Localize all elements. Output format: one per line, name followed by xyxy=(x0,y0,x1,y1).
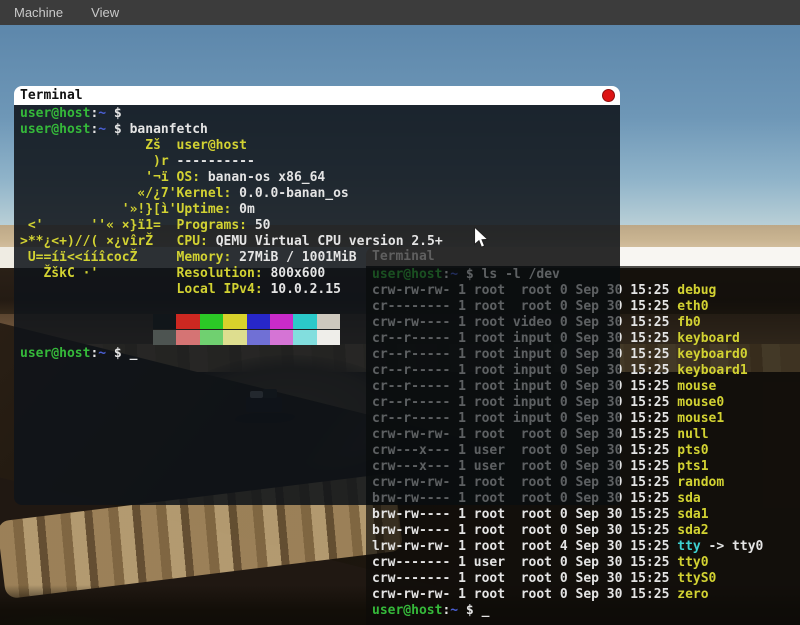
menu-view[interactable]: View xyxy=(91,5,119,20)
terminal-line: crw-rw-rw- 1 root root 0 Sep 30 15:25 de… xyxy=(372,283,800,299)
terminal-line: '¬ï OS: banan-os x86_64 xyxy=(20,170,620,186)
terminal-line: '»!}[ì'Uptime: 0m xyxy=(20,202,620,218)
terminal-line: cr--r----- 1 root input 0 Sep 30 15:25 m… xyxy=(372,411,800,427)
palette-color-block xyxy=(317,314,340,329)
terminal-line: crw-rw-rw- 1 root root 0 Sep 30 15:25 ze… xyxy=(372,587,800,603)
terminal-line: user@host:~ $ _ xyxy=(372,603,800,619)
terminal-line: crw---x--- 1 user root 0 Sep 30 15:25 pt… xyxy=(372,459,800,475)
palette-color-block xyxy=(223,314,246,329)
palette-color-block xyxy=(247,330,270,345)
palette-color-block xyxy=(223,330,246,345)
vm-menu-bar: Machine View xyxy=(0,0,800,25)
palette-color-block xyxy=(270,314,293,329)
virtual-machine-screen: Machine View Terminal user@host:~ $user@… xyxy=(0,0,800,625)
terminal-line: brw-rw---- 1 root root 0 Sep 30 15:25 sd… xyxy=(372,491,800,507)
terminal-line: crw-rw---- 1 root video 0 Sep 30 15:25 f… xyxy=(372,315,800,331)
terminal2-title: Terminal xyxy=(372,249,435,264)
palette-color-block xyxy=(200,314,223,329)
palette-color-block xyxy=(293,330,316,345)
terminal-line: )r ---------- xyxy=(20,154,620,170)
terminal-line: crw---x--- 1 user root 0 Sep 30 15:25 pt… xyxy=(372,443,800,459)
terminal-line: «/¿7'Kernel: 0.0.0-banan_os xyxy=(20,186,620,202)
terminal-line: user@host:~ $ bananfetch xyxy=(20,122,620,138)
palette-color-block xyxy=(200,330,223,345)
palette-color-block xyxy=(176,330,199,345)
terminal-line: brw-rw---- 1 root root 0 Sep 30 15:25 sd… xyxy=(372,507,800,523)
terminal-line: cr--r----- 1 root input 0 Sep 30 15:25 m… xyxy=(372,379,800,395)
terminal-line: cr--r----- 1 root input 0 Sep 30 15:25 m… xyxy=(372,395,800,411)
palette-color-block xyxy=(270,330,293,345)
palette-color-block xyxy=(247,314,270,329)
terminal-line: user@host:~ $ xyxy=(20,106,620,122)
terminal-line: Zš user@host xyxy=(20,138,620,154)
terminal2-content[interactable]: user@host:~ $ ls -l /devcrw-rw-rw- 1 roo… xyxy=(366,266,800,625)
terminal-line: crw-rw-rw- 1 root root 0 Sep 30 15:25 nu… xyxy=(372,427,800,443)
terminal-line: user@host:~ $ ls -l /dev xyxy=(372,267,800,283)
terminal-line: brw-rw---- 1 root root 0 Sep 30 15:25 sd… xyxy=(372,523,800,539)
terminal-line: crw------- 1 user root 0 Sep 30 15:25 tt… xyxy=(372,555,800,571)
terminal-line: cr--r----- 1 root input 0 Sep 30 15:25 k… xyxy=(372,347,800,363)
terminal-window-ls-dev[interactable]: Terminal user@host:~ $ ls -l /devcrw-rw-… xyxy=(366,247,800,625)
palette-color-block xyxy=(293,314,316,329)
terminal-line: lrw-rw-rw- 1 root root 4 Sep 30 15:25 tt… xyxy=(372,539,800,555)
terminal2-title-bar[interactable]: Terminal xyxy=(366,247,800,266)
close-icon[interactable] xyxy=(602,89,615,102)
mouse-cursor-icon xyxy=(472,227,490,249)
menu-machine[interactable]: Machine xyxy=(14,5,63,20)
terminal-line: <' ''« ×}ï1= Programs: 50 xyxy=(20,218,620,234)
palette-color-block xyxy=(153,314,176,329)
terminal-line: cr-------- 1 root root 0 Sep 30 15:25 et… xyxy=(372,299,800,315)
terminal-line: crw-rw-rw- 1 root root 0 Sep 30 15:25 ra… xyxy=(372,475,800,491)
terminal-line: cr--r----- 1 root input 0 Sep 30 15:25 k… xyxy=(372,363,800,379)
palette-color-block xyxy=(153,330,176,345)
palette-color-block xyxy=(317,330,340,345)
terminal1-title: Terminal xyxy=(20,88,83,103)
terminal1-title-bar[interactable]: Terminal xyxy=(14,86,620,105)
palette-color-block xyxy=(176,314,199,329)
terminal-line: cr--r----- 1 root input 0 Sep 30 15:25 k… xyxy=(372,331,800,347)
terminal-line: crw------- 1 root root 0 Sep 30 15:25 tt… xyxy=(372,571,800,587)
